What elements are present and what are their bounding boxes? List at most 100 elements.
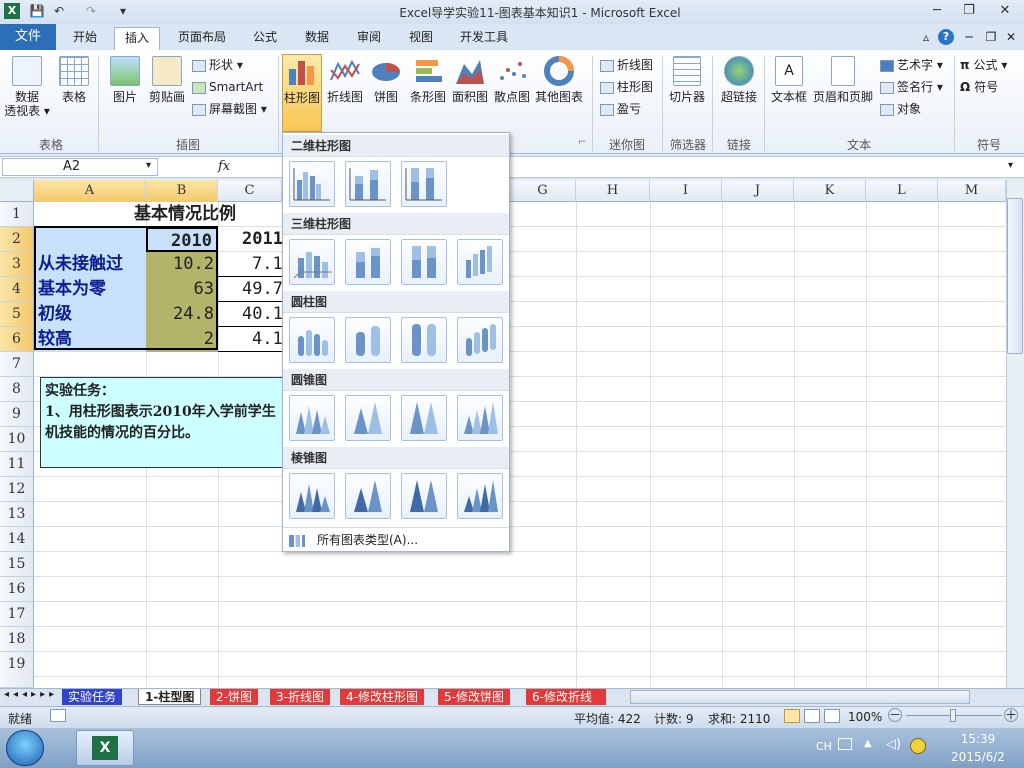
tab-review[interactable]: 审阅 <box>346 27 392 50</box>
column-header-i[interactable]: I <box>650 180 722 202</box>
sheet-tab-pie[interactable]: 2-饼图 <box>210 689 258 705</box>
3d-stacked-column-thumb[interactable] <box>345 239 391 285</box>
table-button[interactable]: 表格 <box>54 56 94 104</box>
tab-view[interactable]: 视图 <box>398 27 444 50</box>
column-header-h[interactable]: H <box>576 180 650 202</box>
area-chart-button[interactable]: 面积图 <box>450 56 490 104</box>
sparkline-column-button[interactable]: 柱形图 <box>600 77 653 97</box>
page-break-view-icon[interactable] <box>824 709 840 723</box>
sparkline-winloss-button[interactable]: 盈亏 <box>600 99 641 119</box>
column-header-b[interactable]: B <box>146 180 218 202</box>
column-header-c[interactable]: C <box>218 180 282 202</box>
other-charts-button[interactable]: 其他图表 <box>534 56 584 104</box>
page-layout-view-icon[interactable] <box>804 709 820 723</box>
row-header[interactable]: 14 <box>0 527 34 552</box>
sheet-tab-task[interactable]: 实验任务 <box>62 689 123 705</box>
ribbon-close-icon[interactable]: ✕ <box>1002 27 1020 50</box>
column-header-g[interactable]: G <box>510 180 576 202</box>
signature-line-button[interactable]: 签名行 ▾ <box>880 77 943 97</box>
scatter-chart-button[interactable]: 散点图 <box>492 56 532 104</box>
row-header[interactable]: 7 <box>0 352 34 377</box>
function-icon[interactable]: fx <box>218 159 230 174</box>
equation-button[interactable]: π 公式 ▾ <box>960 55 1007 75</box>
task-note-textbox[interactable]: 实验任务： 1、用柱形图表示2010年入学前学生 机技能的情况的百分比。 <box>40 377 290 468</box>
100-stacked-cylinder-thumb[interactable] <box>401 317 447 363</box>
tab-data[interactable]: 数据 <box>294 27 340 50</box>
zoom-out-icon[interactable]: － <box>888 708 902 722</box>
customize-qat-icon[interactable]: ▾ <box>114 3 132 20</box>
sheet-title-cell[interactable]: 基本情况比例 <box>134 202 282 227</box>
tab-formulas[interactable]: 公式 <box>242 27 288 50</box>
row-header[interactable]: 5 <box>0 302 34 327</box>
excel-taskbar-button[interactable]: X <box>76 730 134 766</box>
cell-c6[interactable]: 4.1 <box>218 327 283 352</box>
excel-app-icon[interactable]: X <box>4 3 20 19</box>
object-button[interactable]: 对象 <box>880 99 921 119</box>
tab-insert[interactable]: 插入 <box>114 27 160 50</box>
clustered-cylinder-thumb[interactable] <box>289 317 335 363</box>
start-button[interactable] <box>6 730 44 766</box>
bar-chart-button[interactable]: 条形图 <box>408 56 448 104</box>
row-header[interactable]: 12 <box>0 477 34 502</box>
row-header[interactable]: 8 <box>0 377 34 402</box>
sheet-tab-edit-line[interactable]: 6-修改折线 <box>526 689 606 705</box>
clipart-button[interactable]: 剪贴画 <box>146 56 188 104</box>
100-stacked-column-thumb[interactable] <box>401 161 447 207</box>
sheet-nav-arrows-icon[interactable]: ◂◂◂▸▸▸ <box>4 689 58 700</box>
help-icon[interactable]: ? <box>938 29 954 45</box>
zoom-level[interactable]: 100% <box>848 710 882 724</box>
stacked-pyramid-thumb[interactable] <box>345 473 391 519</box>
vertical-scroll-thumb[interactable] <box>1007 198 1023 354</box>
line-chart-button[interactable]: 折线图 <box>324 56 366 104</box>
collapse-ribbon-icon[interactable]: ▵ <box>918 27 934 50</box>
close-button[interactable]: ✕ <box>992 2 1018 20</box>
3d-cylinder-thumb[interactable] <box>457 317 503 363</box>
3d-100-stacked-column-thumb[interactable] <box>401 239 447 285</box>
row-header[interactable]: 11 <box>0 452 34 477</box>
sheet-tab-line[interactable]: 3-折线图 <box>270 689 330 705</box>
row-header[interactable]: 16 <box>0 577 34 602</box>
cell-c4[interactable]: 49.7 <box>218 277 283 302</box>
restore-button[interactable]: ❐ <box>956 2 982 20</box>
3d-clustered-column-thumb[interactable] <box>289 239 335 285</box>
clock-time[interactable]: 15:39 <box>948 732 1008 746</box>
3d-pyramid-thumb[interactable] <box>457 473 503 519</box>
sparkline-line-button[interactable]: 折线图 <box>600 55 653 75</box>
symbol-button[interactable]: Ω 符号 <box>960 77 998 97</box>
row-header[interactable]: 3 <box>0 252 34 277</box>
clustered-cone-thumb[interactable] <box>289 395 335 441</box>
minimize-button[interactable]: ─ <box>924 2 950 20</box>
cell-c3[interactable]: 7.1 <box>218 252 283 277</box>
stacked-column-thumb[interactable] <box>345 161 391 207</box>
ime-indicator[interactable]: CH <box>816 740 832 753</box>
clustered-pyramid-thumb[interactable] <box>289 473 335 519</box>
tray-expand-icon[interactable]: ▲ <box>864 738 872 749</box>
ribbon-restore-icon[interactable]: ❐ <box>982 27 1000 50</box>
sheet-tab-edit-pie[interactable]: 5-修改饼图 <box>438 689 510 705</box>
column-header-k[interactable]: K <box>794 180 866 202</box>
row-header[interactable]: 13 <box>0 502 34 527</box>
3d-cone-thumb[interactable] <box>457 395 503 441</box>
3d-column-thumb[interactable] <box>457 239 503 285</box>
screenshot-button[interactable]: 屏幕截图 ▾ <box>192 99 267 119</box>
horizontal-scroll-thumb[interactable] <box>630 690 970 704</box>
chart-dialog-launcher-icon[interactable]: ⌐ <box>578 137 586 148</box>
macro-record-icon[interactable] <box>50 709 66 722</box>
stacked-cylinder-thumb[interactable] <box>345 317 391 363</box>
row-header[interactable]: 19 <box>0 652 34 688</box>
ribbon-minimize-icon[interactable]: ─ <box>960 27 978 50</box>
name-box[interactable]: A2 <box>2 158 158 176</box>
tab-page-layout[interactable]: 页面布局 <box>170 27 234 50</box>
100-stacked-cone-thumb[interactable] <box>401 395 447 441</box>
expand-formula-bar-icon[interactable]: ▾ <box>1008 160 1013 171</box>
hyperlink-button[interactable]: 超链接 <box>716 56 762 104</box>
smartart-button[interactable]: SmartArt <box>192 77 263 97</box>
textbox-button[interactable]: A 文本框 <box>768 56 810 104</box>
keyboard-icon[interactable] <box>838 738 852 750</box>
select-all-button[interactable] <box>0 180 34 202</box>
save-icon[interactable]: 💾 <box>28 3 46 20</box>
sheet-tab-column[interactable]: 1-柱型图 <box>138 689 202 705</box>
zoom-slider-thumb[interactable] <box>950 709 956 722</box>
name-box-dropdown-icon[interactable]: ▾ <box>146 160 151 171</box>
sheet-tab-edit-column[interactable]: 4-修改柱形图 <box>340 689 424 705</box>
